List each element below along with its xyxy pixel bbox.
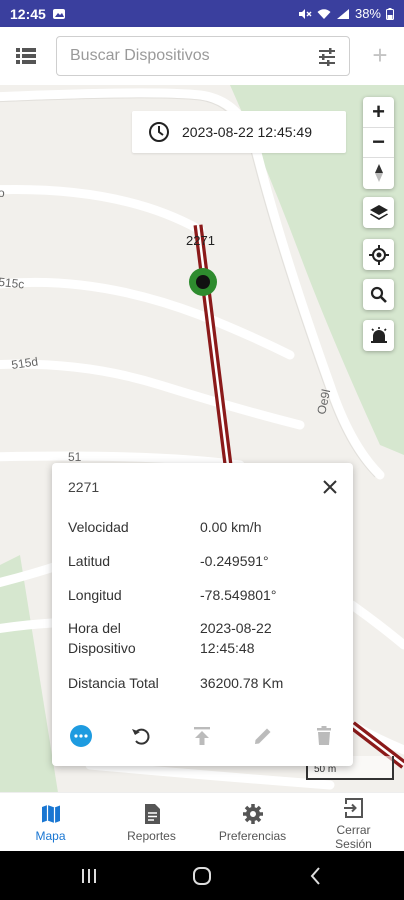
upload-icon: [194, 727, 210, 745]
timestamp-text: 2023-08-22 12:45:49: [182, 124, 312, 140]
compass-icon: [374, 164, 383, 183]
nav-mapa[interactable]: Mapa: [0, 793, 101, 851]
status-time: 12:45: [10, 5, 46, 22]
nav-reportes[interactable]: Reportes: [101, 793, 202, 851]
logout-icon: [343, 798, 363, 818]
row-key: Hora del Dispositivo: [68, 620, 136, 656]
replay-button[interactable]: [129, 724, 153, 748]
filter-tune-icon[interactable]: [317, 47, 337, 67]
compass-button[interactable]: [363, 158, 394, 189]
street-label-51: 51: [68, 450, 82, 464]
row-value: -78.549801°: [200, 587, 277, 603]
crosshair-icon: [368, 244, 389, 265]
pencil-icon: [255, 728, 271, 744]
status-bar: 12:45 38%: [0, 0, 404, 27]
replay-icon: [132, 728, 150, 745]
recent-apps-icon[interactable]: [78, 865, 100, 887]
device-list-icon[interactable]: [14, 45, 38, 67]
row-key: Distancia Total: [68, 675, 159, 691]
layers-icon: [369, 204, 388, 220]
row-value: -0.249591°: [200, 553, 269, 569]
zoom-in-button[interactable]: +: [363, 97, 394, 128]
zoom-out-button[interactable]: −: [363, 128, 394, 159]
nav-label: Mapa: [35, 829, 66, 843]
more-button[interactable]: [69, 724, 93, 748]
report-icon: [144, 804, 160, 824]
system-navigation-bar: [0, 851, 404, 900]
alarm-button[interactable]: [363, 320, 394, 351]
nav-label: Preferencias: [218, 829, 287, 843]
mute-icon: [298, 8, 312, 19]
row-value: 36200.78 Km: [200, 675, 284, 691]
row-value: 0.00 km/h: [200, 519, 262, 535]
street-label-515c: 515c: [0, 275, 25, 292]
map-icon: [41, 805, 60, 823]
nav-label: Cerrar Sesión: [335, 823, 372, 851]
battery-percent: 38%: [354, 6, 381, 21]
alarm-bell-icon: [370, 326, 387, 343]
gallery-notification-icon: [52, 8, 65, 19]
gear-icon: [242, 804, 263, 824]
delete-button[interactable]: [312, 724, 336, 748]
nav-preferencias[interactable]: Preferencias: [202, 793, 303, 851]
add-device-button[interactable]: +: [368, 41, 392, 69]
device-map-label: 2271: [186, 233, 215, 248]
back-icon[interactable]: [305, 865, 327, 887]
clock-icon: [149, 122, 169, 142]
nav-label: Reportes: [127, 829, 176, 843]
map-search-button[interactable]: [363, 279, 394, 310]
top-bar: Buscar Dispositivos +: [0, 27, 404, 85]
row-value: 2023-08-22 12:45:48: [200, 620, 272, 656]
popup-actions: [52, 722, 353, 752]
trash-icon: [317, 726, 331, 745]
search-placeholder: Buscar Dispositivos: [70, 47, 210, 64]
zoom-controls: + −: [363, 97, 394, 189]
popup-title: 2271: [68, 479, 100, 495]
street-label-1: o: [0, 186, 5, 200]
timestamp-chip: 2023-08-22 12:45:49: [132, 111, 346, 153]
bottom-navigation: Mapa Reportes Preferencias Cerrar Sesión: [0, 792, 404, 851]
more-dots-icon: [70, 725, 92, 747]
row-key: Longitud: [68, 587, 122, 603]
layers-button[interactable]: [363, 197, 394, 228]
device-info-popup: 2271 Velocidad 0.00 km/h Latitud -0.2495…: [52, 463, 353, 766]
search-input[interactable]: Buscar Dispositivos: [56, 36, 350, 76]
locate-button[interactable]: [363, 239, 394, 270]
row-key: Latitud: [68, 553, 111, 569]
battery-icon: [386, 7, 394, 20]
nav-cerrar-sesion[interactable]: Cerrar Sesión: [303, 793, 404, 851]
wifi-icon: [317, 8, 331, 19]
close-icon[interactable]: [320, 477, 340, 497]
edit-button[interactable]: [251, 724, 275, 748]
row-key: Velocidad: [68, 519, 129, 535]
send-command-button[interactable]: [190, 724, 214, 748]
device-marker-icon[interactable]: [188, 267, 218, 297]
search-icon: [370, 286, 387, 303]
signal-icon: [336, 8, 349, 19]
home-icon[interactable]: [191, 865, 213, 887]
